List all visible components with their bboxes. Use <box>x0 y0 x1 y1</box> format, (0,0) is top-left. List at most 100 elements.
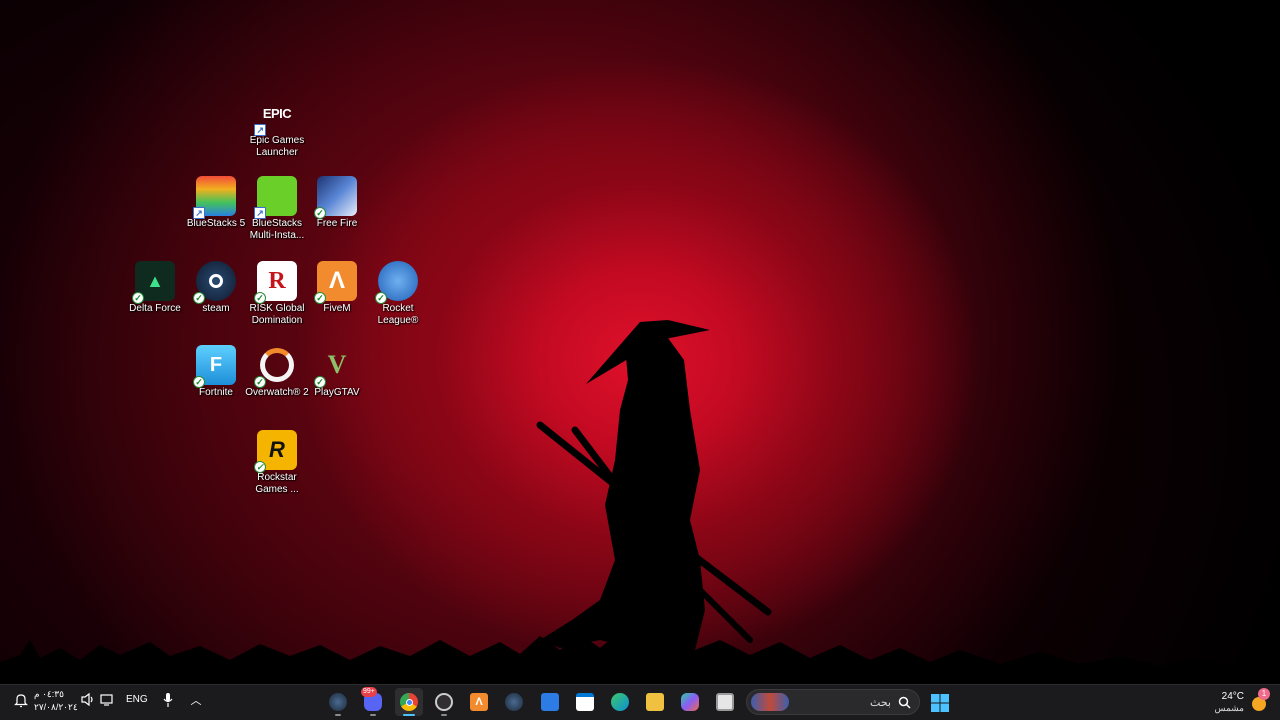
speaker-icon <box>81 692 93 707</box>
desktop-icon-label: Delta Force <box>129 303 181 314</box>
bluestacks-multi-instance-icon: ↗ <box>254 176 297 219</box>
store-icon <box>576 693 594 711</box>
epic-games-icon: EPIC ↗ <box>254 93 297 136</box>
desktop-icon-label: Rocket League® <box>377 303 419 326</box>
sync-status-icon: ✓ <box>375 292 387 304</box>
notifications-button[interactable] <box>14 692 30 708</box>
search-icon <box>898 696 911 709</box>
running-indicator <box>403 714 415 716</box>
taskbar-app-mail[interactable] <box>536 688 564 716</box>
taskbar-app-copilot[interactable] <box>676 688 704 716</box>
desktop-icon-risk[interactable]: R ✓ RISK Global Domination <box>245 261 309 327</box>
steam-icon <box>505 693 523 711</box>
samurai-body <box>540 338 705 660</box>
copilot-icon <box>681 693 699 711</box>
sync-status-icon: ✓ <box>132 292 144 304</box>
sync-status-icon: ✓ <box>314 376 326 388</box>
sync-status-icon: ✓ <box>314 292 326 304</box>
clock-date: ٢٧/٠٨/٢٠٢٤ <box>34 702 78 712</box>
desktop-icon-overwatch-2[interactable]: ✓ Overwatch® 2 <box>245 345 309 399</box>
desktop-icon-label: FiveM <box>323 303 351 314</box>
start-button[interactable] <box>926 689 954 717</box>
free-fire-icon: ✓ <box>314 176 357 219</box>
taskbar-app-steam-2[interactable] <box>500 688 528 716</box>
shortcut-arrow-icon: ↗ <box>193 207 205 219</box>
bluestacks-icon: ↗ <box>193 176 236 219</box>
desktop-icon-delta-force[interactable]: ▲ ✓ Delta Force <box>123 261 187 315</box>
desktop-icon-rocket-league[interactable]: ✓ Rocket League® <box>366 261 430 327</box>
desktop-icon-bluestacks-5[interactable]: ↗ BlueStacks 5 <box>184 176 248 230</box>
desktop-icon-label: Free Fire <box>316 218 358 229</box>
taskbar-app-obs[interactable] <box>430 688 458 716</box>
microphone-button[interactable] <box>161 692 177 710</box>
desktop-icon-playgtav[interactable]: V ✓ PlayGTAV <box>305 345 369 399</box>
desktop-icon-bluestacks-multi-instance[interactable]: ↗ BlueStacks Multi-Insta... <box>245 176 309 242</box>
steam-icon <box>329 693 347 711</box>
rocket-league-icon: ✓ <box>375 261 418 304</box>
steam-icon: ✓ <box>193 261 236 304</box>
fivem-icon: Λ <box>470 693 488 711</box>
desktop-icon-rockstar-games[interactable]: R ✓ Rockstar Games ... <box>245 430 309 496</box>
sync-status-icon: ✓ <box>314 207 326 219</box>
desktop-icon-label: Overwatch® 2 <box>245 387 309 398</box>
sync-status-icon: ✓ <box>254 461 266 473</box>
taskbar-app-steam[interactable] <box>324 688 352 716</box>
obs-icon <box>435 693 453 711</box>
sync-status-icon: ✓ <box>254 292 266 304</box>
volume-button[interactable] <box>80 692 96 708</box>
folder-icon <box>646 693 664 711</box>
taskbar-app-fivem[interactable]: Λ <box>465 688 493 716</box>
desktop-icon-label: steam <box>202 303 230 314</box>
show-hidden-icons-button[interactable]: ︿ <box>188 692 204 710</box>
network-icon <box>100 694 113 706</box>
microphone-icon <box>163 693 173 707</box>
desktop-icon-label: Fortnite <box>199 387 233 398</box>
samurai-wallpaper-silhouette <box>0 320 1280 684</box>
weather-widget[interactable]: 1 24°C مشمس <box>1202 688 1270 716</box>
sync-status-icon: ✓ <box>193 292 205 304</box>
desktop-icon-epic-games[interactable]: EPIC ↗ Epic Games Launcher <box>245 93 309 159</box>
sync-status-icon: ✓ <box>193 376 205 388</box>
desktop-icon-label: BlueStacks Multi-Insta... <box>249 218 305 241</box>
overwatch-icon: ✓ <box>254 345 297 388</box>
sync-status-icon: ✓ <box>254 376 266 388</box>
weather-description: مشمس <box>1214 703 1244 713</box>
desktop-icon-fortnite[interactable]: F ✓ Fortnite <box>184 345 248 399</box>
desktop-icon-free-fire[interactable]: ✓ Free Fire <box>305 176 369 230</box>
running-indicator <box>370 714 376 716</box>
desktop-icon-label: BlueStacks 5 <box>186 218 246 229</box>
taskbar-app-file-explorer[interactable] <box>641 688 669 716</box>
edge-icon <box>611 693 629 711</box>
shortcut-arrow-icon: ↗ <box>254 124 266 136</box>
desktop-icon-label: Epic Games Launcher <box>249 135 305 158</box>
bell-icon <box>14 694 28 708</box>
delta-force-icon: ▲ ✓ <box>132 261 175 304</box>
windows-start-icon <box>931 694 949 712</box>
desktop-icon-steam[interactable]: ✓ steam <box>184 261 248 315</box>
search-highlight-image <box>751 693 789 711</box>
network-button[interactable] <box>100 692 116 708</box>
taskbar-app-discord[interactable]: 99+ <box>359 687 387 716</box>
notification-badge: 1 <box>1258 688 1270 700</box>
language-indicator[interactable]: ENG <box>126 694 148 705</box>
taskbar-app-edge[interactable] <box>606 688 634 716</box>
shortcut-arrow-icon: ↗ <box>254 207 266 219</box>
clock[interactable]: ٠٤:٣٥ م ٢٧/٠٨/٢٠٢٤ <box>32 688 78 716</box>
gta-v-icon: V ✓ <box>314 345 357 388</box>
risk-icon: R ✓ <box>254 261 297 304</box>
desktop-icon-label: Rockstar Games ... <box>255 472 299 495</box>
taskbar-app-task-view[interactable] <box>711 688 739 716</box>
weather-temperature: 24°C <box>1221 691 1244 702</box>
mail-app-icon <box>541 693 559 711</box>
running-indicator <box>335 714 341 716</box>
task-view-icon <box>716 693 734 711</box>
chrome-icon <box>400 693 418 711</box>
taskbar-app-microsoft-store[interactable] <box>571 688 599 716</box>
clock-time: ٠٤:٣٥ م <box>34 689 64 699</box>
search-placeholder: بحث <box>870 697 891 709</box>
taskbar-search-box[interactable]: بحث <box>746 689 920 715</box>
chevron-up-icon: ︿ <box>190 695 202 707</box>
running-indicator <box>441 714 447 716</box>
taskbar-app-chrome[interactable] <box>395 688 423 716</box>
desktop-icon-fivem[interactable]: Λ ✓ FiveM <box>305 261 369 315</box>
